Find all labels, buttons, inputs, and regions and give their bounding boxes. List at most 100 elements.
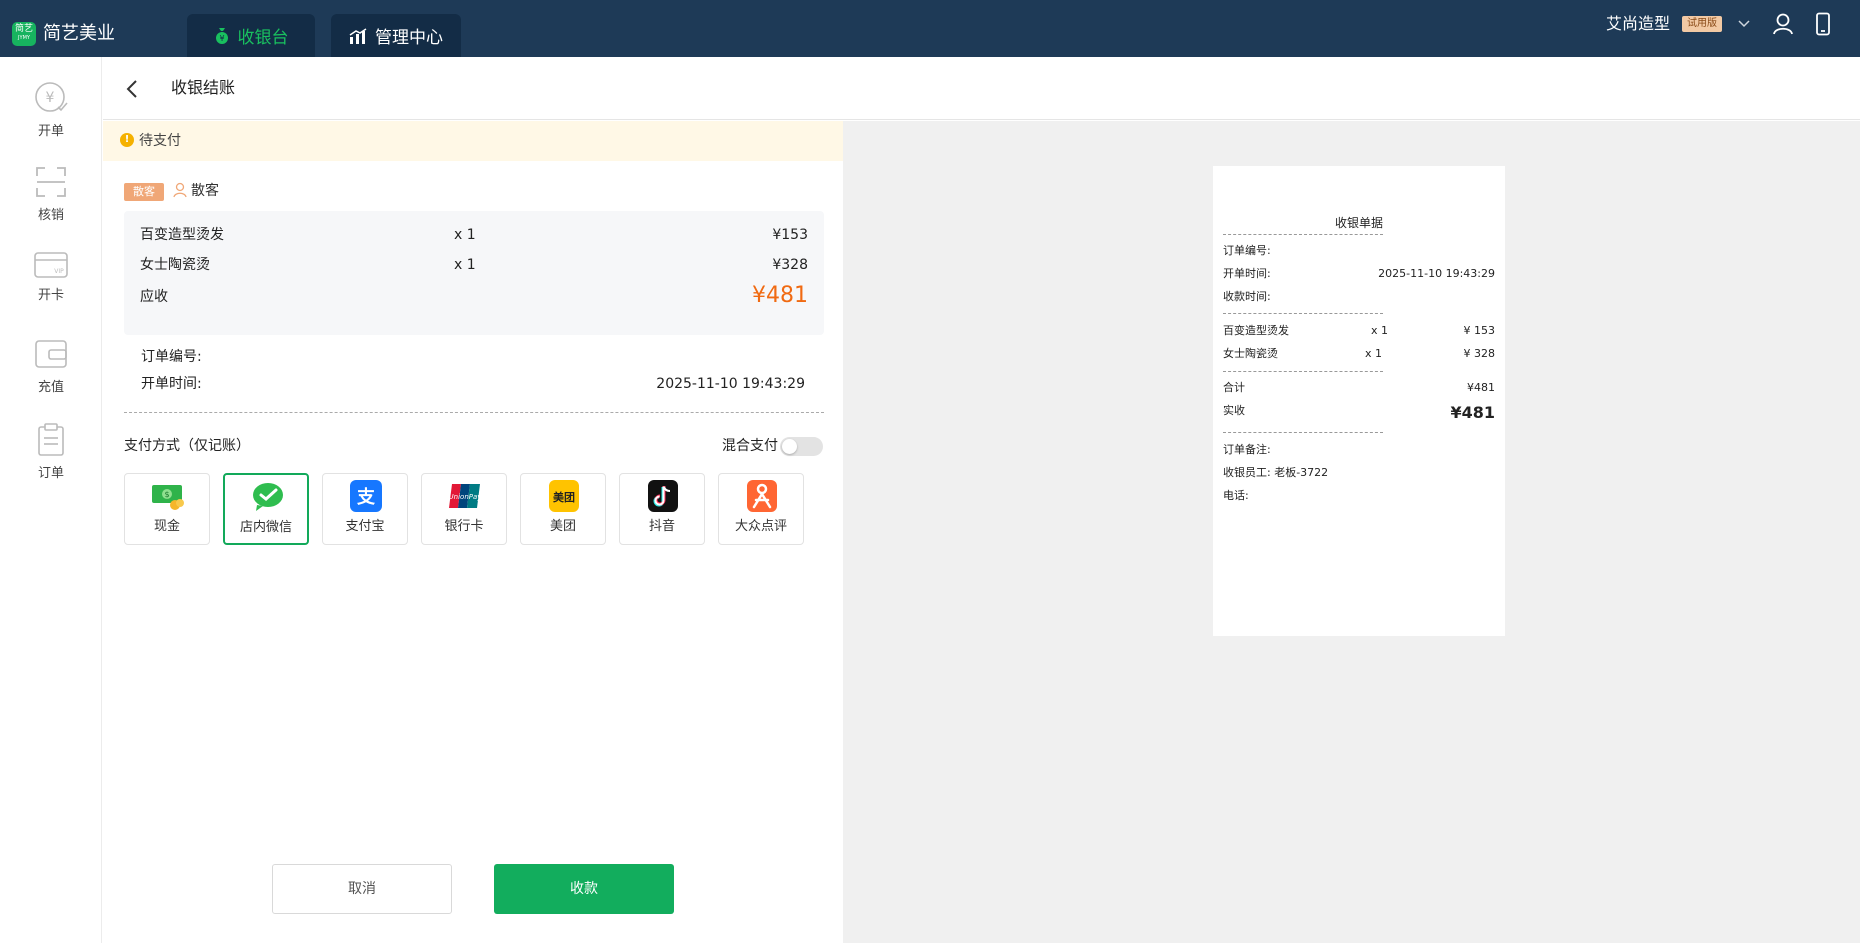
pending-banner: ! 待支付 — [103, 121, 843, 161]
sidebar-item-label: 充值 — [37, 380, 64, 395]
amount-due-label: 应收 — [140, 289, 168, 305]
svg-text:VIP: VIP — [54, 268, 64, 275]
receipt-divider — [1223, 234, 1383, 235]
page-title: 收银结账 — [171, 78, 236, 97]
order-time-label: 开单时间: — [141, 376, 202, 392]
mixed-payment-toggle[interactable] — [780, 437, 823, 456]
receipt-item-qty: x 1 — [1365, 347, 1383, 360]
receipt-paid-value: ¥481 — [1450, 403, 1495, 422]
receipt-item-row: 女士陶瓷烫 x 1 ¥ 328 — [1223, 346, 1495, 362]
payment-method-bank-card[interactable]: UnionPay 银行卡 — [421, 473, 507, 545]
receipt-order-number-label: 订单编号: — [1223, 244, 1271, 257]
wechat-icon — [253, 483, 283, 511]
svg-text:美团: 美团 — [553, 490, 575, 504]
checkout-panel: ! 待支付 散客 散客 百变造型烫发 x 1 ¥153 女士陶瓷烫 x 1 ¥3… — [103, 121, 843, 943]
order-number-row: 订单编号: — [141, 347, 805, 367]
receipt-phone-label: 电话: — [1223, 489, 1249, 502]
receipt-item-price: ¥ 153 — [1463, 324, 1496, 337]
receipt-total-label: 合计 — [1223, 381, 1245, 394]
receipt-divider — [1223, 432, 1383, 433]
receipt-open-time-value: 2025-11-10 19:43:29 — [1378, 267, 1495, 280]
receipt-staff-label: 收银员工: 老板-3722 — [1223, 466, 1329, 479]
payment-method-label: 店内微信 — [239, 520, 292, 535]
receipt-preview-panel: 收银单据 订单编号: 开单时间: 2025-11-10 19:43:29 收款时间… — [843, 121, 1860, 943]
payment-method-wechat[interactable]: 店内微信 — [223, 473, 309, 545]
receipt-order-number: 订单编号: — [1223, 243, 1495, 259]
tab-cashier-label: 收银台 — [237, 28, 289, 48]
receipt-item-price: ¥ 328 — [1463, 347, 1496, 360]
receipt-item-name: 百变造型烫发 — [1223, 324, 1289, 337]
customer-name: 散客 — [191, 183, 219, 199]
cancel-button[interactable]: 取消 — [272, 864, 452, 914]
payment-method-meituan[interactable]: 美团 美团 — [520, 473, 606, 545]
item-name: 女士陶瓷烫 — [140, 257, 210, 273]
tab-management[interactable]: 管理中心 — [331, 14, 461, 57]
receipt-divider — [1223, 371, 1383, 372]
logo-text: 简艺 — [14, 24, 33, 34]
store-name[interactable]: 艾尚造型 — [1606, 13, 1670, 35]
receipt-title: 收银单据 — [1334, 216, 1383, 230]
sidebar-item-open-order[interactable]: ¥ 开单 — [0, 81, 102, 139]
tab-cashier[interactable]: ¥ 收银台 — [187, 14, 315, 57]
receipt-open-time: 开单时间: 2025-11-10 19:43:29 — [1223, 266, 1495, 282]
payment-method-alipay[interactable]: 支 支付宝 — [322, 473, 408, 545]
brand-name: 简艺美业 — [43, 23, 115, 44]
douyin-icon — [648, 480, 678, 512]
receipt-item-qty: x 1 — [1371, 324, 1389, 337]
sidebar-item-verify[interactable]: 核销 — [0, 165, 102, 223]
receipt: 收银单据 订单编号: 开单时间: 2025-11-10 19:43:29 收款时间… — [1213, 166, 1505, 636]
receipt-remark: 订单备注: — [1223, 442, 1495, 458]
sidebar-item-label: 开单 — [37, 124, 64, 139]
mixed-payment-label: 混合支付 — [722, 438, 778, 454]
svg-text:UnionPay: UnionPay — [449, 493, 482, 501]
payment-method-dianping[interactable]: 大众点评 — [718, 473, 804, 545]
payment-method-label: 抖音 — [648, 519, 675, 534]
cash-icon: $ — [152, 485, 184, 510]
trial-badge: 试用版 — [1682, 16, 1722, 32]
sidebar-item-open-card[interactable]: VIP 开卡 — [0, 251, 102, 303]
payment-method-label: 大众点评 — [734, 519, 787, 534]
scan-icon — [36, 167, 66, 197]
payment-method-cash[interactable]: $ 现金 — [124, 473, 210, 545]
svg-text:¥: ¥ — [46, 90, 55, 106]
payment-method-label: 支付方式（仅记账） — [124, 438, 250, 454]
sidebar-item-recharge[interactable]: 充值 — [0, 337, 102, 395]
item-qty: x 1 — [454, 227, 476, 243]
tab-management-label: 管理中心 — [375, 28, 443, 48]
customer-type-badge: 散客 — [124, 183, 164, 201]
divider — [124, 412, 824, 413]
alipay-icon: 支 — [350, 480, 382, 512]
logo-subtext: JYMY — [18, 35, 30, 41]
top-bar: 简艺 JYMY 简艺美业 ¥ 收银台 管理中心 艾尚造型 试用版 — [0, 0, 1860, 57]
order-number-label: 订单编号: — [141, 349, 202, 365]
user-icon[interactable] — [1772, 12, 1794, 36]
item-price: ¥153 — [772, 227, 808, 243]
amount-due-value: ¥481 — [752, 283, 808, 308]
vip-card-icon: VIP — [34, 252, 68, 278]
collect-payment-button[interactable]: 收款 — [494, 864, 674, 914]
receipt-item-name: 女士陶瓷烫 — [1223, 347, 1278, 360]
order-items-box: 百变造型烫发 x 1 ¥153 女士陶瓷烫 x 1 ¥328 应收 ¥481 — [124, 211, 824, 335]
receipt-pay-time: 收款时间: — [1223, 289, 1495, 305]
payment-method-label: 银行卡 — [444, 519, 484, 534]
order-time-row: 开单时间: 2025-11-10 19:43:29 — [141, 374, 805, 394]
payment-method-label: 支付宝 — [345, 519, 385, 534]
svg-text:支: 支 — [356, 486, 376, 508]
receipt-phone: 电话: — [1223, 488, 1495, 504]
receipt-total-value: ¥481 — [1467, 381, 1495, 394]
sidebar-item-label: 开卡 — [37, 288, 64, 303]
item-name: 百变造型烫发 — [140, 227, 224, 243]
document-icon — [38, 423, 64, 456]
dianping-icon — [747, 480, 777, 512]
sidebar-item-label: 核销 — [37, 208, 64, 223]
receipt-remark-label: 订单备注: — [1223, 443, 1271, 456]
receipt-pay-time-label: 收款时间: — [1223, 290, 1271, 303]
unionpay-icon: UnionPay — [449, 484, 482, 508]
back-arrow-icon[interactable] — [125, 79, 139, 99]
chevron-down-icon[interactable] — [1737, 17, 1751, 29]
sidebar-item-orders[interactable]: 订单 — [0, 423, 102, 481]
item-price: ¥328 — [772, 257, 808, 273]
warning-icon: ! — [120, 133, 134, 147]
mobile-icon[interactable] — [1814, 12, 1832, 36]
payment-method-douyin[interactable]: 抖音 — [619, 473, 705, 545]
